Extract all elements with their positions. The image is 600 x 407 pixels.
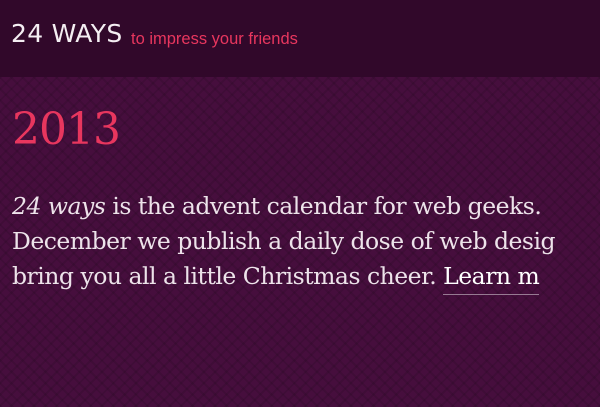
intro-line-1-text: is the advent calendar for web geeks. bbox=[105, 192, 542, 220]
intro-paragraph: 24 ways is the advent calendar for web g… bbox=[12, 189, 600, 295]
intro-line-1: 24 ways is the advent calendar for web g… bbox=[12, 189, 600, 224]
intro-line-2: December we publish a daily dose of web … bbox=[12, 227, 556, 255]
learn-more-link[interactable]: Learn m bbox=[443, 262, 540, 295]
year-heading: 2013 bbox=[12, 104, 121, 155]
intro-site-name: 24 ways bbox=[12, 192, 106, 220]
masthead: 24 WAYS to impress your friends bbox=[0, 0, 600, 77]
intro-line-3-text: bring you all a little Christmas cheer. bbox=[12, 262, 444, 290]
intro-line-3: bring you all a little Christmas cheer. … bbox=[12, 259, 600, 295]
site-tagline: to impress your friends bbox=[131, 30, 298, 48]
page: 24 WAYS to impress your friends 2013 24 … bbox=[0, 0, 600, 407]
site-logo-link[interactable]: 24 WAYS bbox=[11, 21, 123, 46]
